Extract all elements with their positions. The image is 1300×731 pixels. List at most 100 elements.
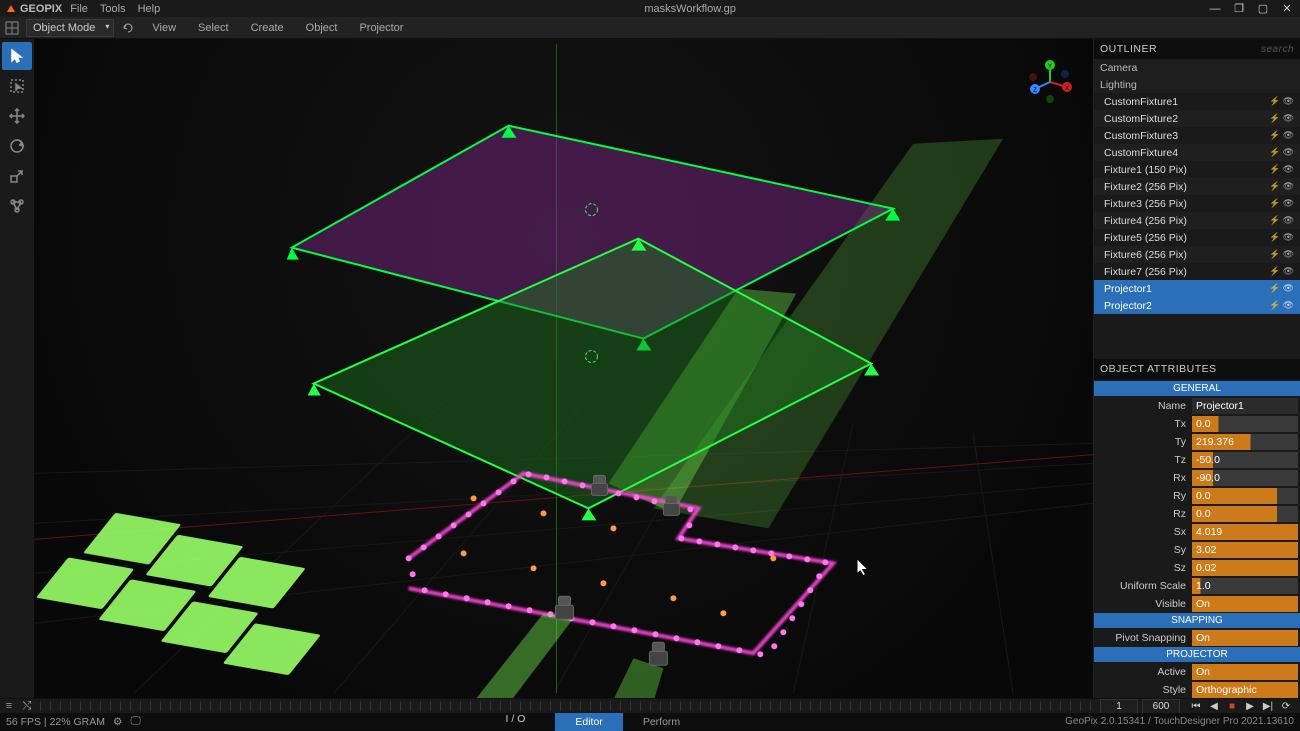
attr-uniform-scale[interactable]: 1.0 [1192,578,1298,594]
menu-file[interactable]: File [70,3,88,15]
stop-icon[interactable]: ■ [1224,699,1240,713]
scale-tool[interactable] [2,162,32,190]
select-menu[interactable]: Select [188,20,239,36]
minimize-icon[interactable]: — [1208,2,1222,16]
outliner-item[interactable]: Fixture3 (256 Pix)⚡👁 [1094,195,1300,212]
timeline-shuffle-icon[interactable]: ⤭ [18,700,36,713]
outliner-item[interactable]: Fixture7 (256 Pix)⚡👁 [1094,263,1300,280]
attr-visible[interactable]: On [1192,596,1298,612]
attr-sz[interactable]: 0.02 [1192,560,1298,576]
bolt-icon[interactable]: ⚡ [1269,96,1280,107]
outliner-item[interactable]: CustomFixture2⚡👁 [1094,110,1300,127]
attr-pivot-snapping[interactable]: On [1192,630,1298,646]
attr-style[interactable]: Orthographic [1192,682,1298,698]
attr-tz[interactable]: -50.0 [1192,452,1298,468]
workspace-icon[interactable] [4,20,20,36]
snapping-section[interactable]: SNAPPING [1094,613,1300,628]
undo-icon[interactable] [120,20,136,36]
monitor-icon[interactable]: 🖵 [130,715,140,728]
move-tool[interactable] [2,102,32,130]
outliner-item[interactable]: Fixture1 (150 Pix)⚡👁 [1094,161,1300,178]
attr-sy[interactable]: 3.02 [1192,542,1298,558]
menu-tools[interactable]: Tools [100,3,126,15]
restore-icon[interactable]: ❐ [1232,2,1246,16]
box-select-tool[interactable] [2,72,32,100]
view-menu[interactable]: View [142,20,186,36]
eye-icon[interactable]: 👁 [1283,113,1294,124]
loop-icon[interactable]: ⟳ [1278,699,1294,713]
network-tool[interactable] [2,192,32,220]
eye-icon[interactable]: 👁 [1283,232,1294,243]
create-menu[interactable]: Create [241,20,294,36]
attr-sx[interactable]: 4.019 [1192,524,1298,540]
bolt-icon[interactable]: ⚡ [1269,215,1280,226]
object-menu[interactable]: Object [296,20,348,36]
attr-tx[interactable]: 0.0 [1192,416,1298,432]
timeline-track[interactable] [40,701,1094,711]
eye-icon[interactable]: 👁 [1283,181,1294,192]
bolt-icon[interactable]: ⚡ [1269,266,1280,277]
timeline-menu-icon[interactable]: ≡ [0,700,18,712]
eye-icon[interactable]: 👁 [1283,198,1294,209]
general-section[interactable]: GENERAL [1094,381,1300,396]
eye-icon[interactable]: 👁 [1283,130,1294,141]
eye-icon[interactable]: 👁 [1283,96,1294,107]
eye-icon[interactable]: 👁 [1283,215,1294,226]
bolt-icon[interactable]: ⚡ [1269,249,1280,260]
eye-icon[interactable]: 👁 [1283,249,1294,260]
rotate-tool[interactable] [2,132,32,160]
outliner-item[interactable]: CustomFixture4⚡👁 [1094,144,1300,161]
menu-help[interactable]: Help [138,3,161,15]
eye-icon[interactable]: 👁 [1283,283,1294,294]
eye-icon[interactable]: 👁 [1283,266,1294,277]
attr-ty[interactable]: 219.376 [1192,434,1298,450]
outliner-item[interactable]: Fixture4 (256 Pix)⚡👁 [1094,212,1300,229]
bolt-icon[interactable]: ⚡ [1269,164,1280,175]
settings-icon[interactable]: ⚙ [113,716,122,728]
projector-menu[interactable]: Projector [349,20,413,36]
attr-ry[interactable]: 0.0 [1192,488,1298,504]
timeline-start[interactable]: 1 [1100,699,1138,714]
bolt-icon[interactable]: ⚡ [1269,198,1280,209]
attr-rz[interactable]: 0.0 [1192,506,1298,522]
outliner-item[interactable]: Fixture6 (256 Pix)⚡👁 [1094,246,1300,263]
maximize-icon[interactable]: ▢ [1256,2,1270,16]
editor-tab[interactable]: Editor [555,713,622,731]
bolt-icon[interactable]: ⚡ [1269,181,1280,192]
outliner-item-selected[interactable]: Projector2⚡👁 [1094,297,1300,314]
timeline-end[interactable]: 600 [1142,699,1180,714]
attr-rx[interactable]: -90.0 [1192,470,1298,486]
axis-gizmo[interactable]: Y X Z [1027,59,1073,105]
prev-frame-icon[interactable]: ◀ [1206,699,1222,713]
bolt-icon[interactable]: ⚡ [1269,300,1280,311]
outliner-item[interactable]: Fixture5 (256 Pix)⚡👁 [1094,229,1300,246]
bolt-icon[interactable]: ⚡ [1269,147,1280,158]
io-label[interactable]: I / O [506,713,526,731]
outliner-item[interactable]: CustomFixture3⚡👁 [1094,127,1300,144]
outliner-root-lighting[interactable]: Lighting [1094,76,1300,93]
rewind-icon[interactable]: ⏮ [1188,699,1204,713]
bolt-icon[interactable]: ⚡ [1269,130,1280,141]
play-icon[interactable]: ▶ [1242,699,1258,713]
bolt-icon[interactable]: ⚡ [1269,113,1280,124]
attr-name-value[interactable]: Projector1 [1192,398,1298,414]
bolt-icon[interactable]: ⚡ [1269,232,1280,243]
outliner-item[interactable]: CustomFixture1⚡👁 [1094,93,1300,110]
outliner-search[interactable]: search [1261,44,1294,55]
viewport-3d[interactable]: Y X Z [34,39,1094,698]
eye-icon[interactable]: 👁 [1283,300,1294,311]
attr-active[interactable]: On [1192,664,1298,680]
perform-tab[interactable]: Perform [623,713,700,731]
outliner-item[interactable]: Fixture2 (256 Pix)⚡👁 [1094,178,1300,195]
outliner-list[interactable]: Camera Lighting CustomFixture1⚡👁 CustomF… [1094,59,1300,359]
close-icon[interactable]: ✕ [1280,2,1294,16]
select-tool[interactable] [2,42,32,70]
outliner-root-camera[interactable]: Camera [1094,59,1300,76]
next-frame-icon[interactable]: ▶| [1260,699,1276,713]
outliner-item-selected[interactable]: Projector1⚡👁 [1094,280,1300,297]
bolt-icon[interactable]: ⚡ [1269,283,1280,294]
attributes-panel[interactable]: GENERAL NameProjector1 Tx0.0 Ty219.376 T… [1094,379,1300,698]
eye-icon[interactable]: 👁 [1283,147,1294,158]
object-mode-dropdown[interactable]: Object Mode [26,19,114,37]
eye-icon[interactable]: 👁 [1283,164,1294,175]
